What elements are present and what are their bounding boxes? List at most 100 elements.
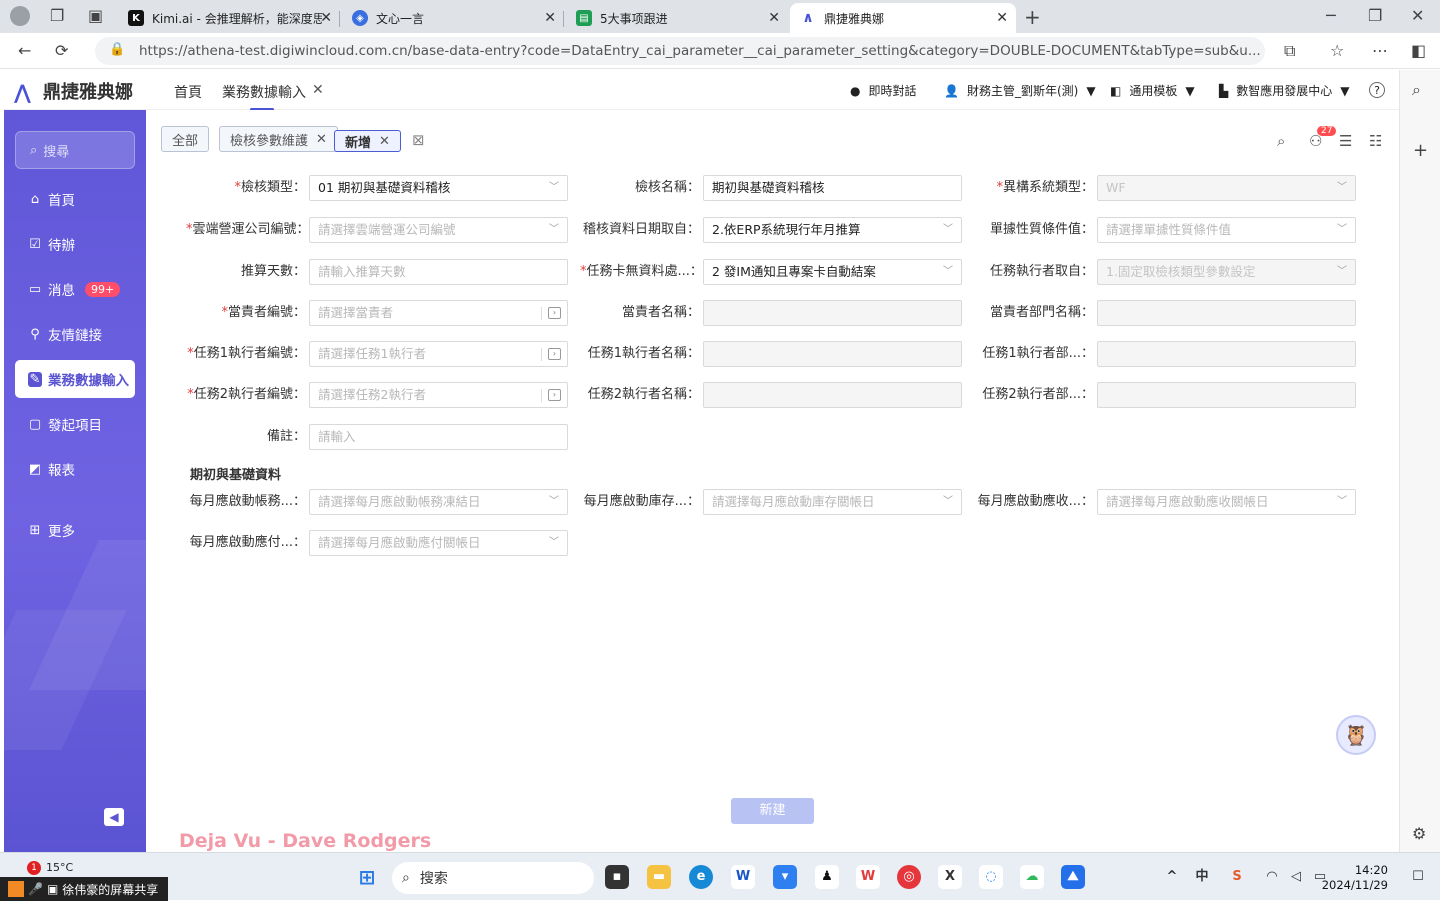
- url-bar[interactable]: 🔒 https://athena-test.digiwincloud.com.c…: [95, 37, 1265, 65]
- sidebar-toggle-icon[interactable]: ◧: [1411, 41, 1426, 60]
- chat-button[interactable]: ● 即時對話: [850, 82, 917, 99]
- notification-center-icon[interactable]: ☐: [1406, 865, 1430, 889]
- close-icon[interactable]: ✕: [316, 132, 327, 147]
- settings-icon[interactable]: ⚙: [1412, 824, 1426, 843]
- check-type-label: *檢核類型：: [234, 180, 306, 195]
- sidebar-item-links[interactable]: ⚲ 友情鏈接: [15, 315, 135, 353]
- sidebar-item-messages[interactable]: ▭ 消息 99+: [15, 270, 135, 308]
- section-f2-select[interactable]: 請選擇每月應啟動庫存關帳日 ﹀: [703, 489, 962, 515]
- favorites-icon[interactable]: ☆: [1330, 41, 1344, 60]
- wifi-icon[interactable]: ◠: [1260, 865, 1284, 889]
- owner-id-picker[interactable]: 請選擇當責者 ›: [309, 300, 568, 326]
- close-all-tabs-icon[interactable]: ⊠: [412, 131, 425, 149]
- meeting-icon[interactable]: ⛰: [1061, 865, 1085, 889]
- close-window-icon[interactable]: ✕: [1411, 6, 1424, 25]
- chat-app-icon[interactable]: ◌: [979, 865, 1003, 889]
- menu-icon[interactable]: ⋯: [1372, 41, 1388, 60]
- check-type-select[interactable]: 01 期初與基礎資料稽核 ﹀: [309, 175, 568, 201]
- collapse-sidebar-icon[interactable]: ◀: [104, 808, 124, 826]
- nav-data-entry[interactable]: 業務數據輸入: [222, 82, 306, 111]
- extensions-icon[interactable]: ⧉: [1284, 41, 1295, 61]
- close-tab-icon[interactable]: ✕: [996, 10, 1008, 26]
- sidebar-item-project[interactable]: ▢ 發起項目: [15, 405, 135, 443]
- antivirus-icon[interactable]: S: [1225, 865, 1249, 889]
- section-f3-select[interactable]: 請選擇每月應啟動應收關帳日 ﹀: [1097, 489, 1356, 515]
- new-tab-icon[interactable]: +: [1024, 5, 1041, 29]
- filter-tab-new[interactable]: 新增 ✕: [334, 130, 401, 152]
- help-icon[interactable]: ?: [1369, 82, 1385, 98]
- close-icon[interactable]: ✕: [379, 134, 390, 149]
- weather-widget[interactable]: 1 15°C: [27, 861, 73, 875]
- task2-id-picker[interactable]: 請選擇任務2執行者 ›: [309, 382, 568, 408]
- section-f1-select[interactable]: 請選擇每月應啟動帳務凍結日 ﹀: [309, 489, 568, 515]
- list-icon[interactable]: ☰: [1339, 132, 1352, 150]
- start-icon[interactable]: ⊞: [355, 865, 379, 889]
- wps-icon[interactable]: W: [856, 865, 880, 889]
- nav-home[interactable]: 首頁: [174, 82, 202, 102]
- close-tab-icon[interactable]: ✕: [544, 10, 556, 26]
- minimize-icon[interactable]: ─: [1326, 6, 1336, 25]
- sidebar-item-home[interactable]: ⌂ 首頁: [15, 180, 135, 218]
- picker-icon[interactable]: ›: [548, 348, 561, 360]
- tab-actions-icon[interactable]: ▣: [88, 6, 103, 25]
- remark-input[interactable]: 請輸入: [309, 424, 568, 450]
- check-name-input[interactable]: 期初與基礎資料稽核: [703, 175, 962, 201]
- wechat-icon[interactable]: ☁: [1020, 865, 1044, 889]
- close-tab-icon[interactable]: ✕: [768, 10, 780, 26]
- card-select[interactable]: 2 發IM通知且專案卡自動結案 ﹀: [703, 259, 962, 285]
- taskbar-search[interactable]: ⌕ 搜索: [392, 862, 594, 894]
- browser-right-rail: ⌕ + ⚙: [1399, 70, 1440, 852]
- sidebar-item-data-entry[interactable]: ✎ 業務數據輸入: [15, 360, 135, 398]
- browser-tab-athena[interactable]: ∧ 鼎捷雅典娜 ✕: [790, 3, 1016, 33]
- screen-share-indicator[interactable]: 🎤 ▣ 徐伟豪的屏幕共享: [0, 877, 168, 901]
- picker-icon[interactable]: ›: [548, 307, 561, 319]
- template-menu[interactable]: ◧ 通用模板 ▼: [1110, 82, 1195, 99]
- close-nav-tab-icon[interactable]: ✕: [312, 82, 324, 98]
- app-icon[interactable]: X: [938, 865, 962, 889]
- task1-id-picker[interactable]: 請選擇任務1執行者 ›: [309, 341, 568, 367]
- assistant-bot-icon[interactable]: 🦉: [1336, 715, 1376, 755]
- close-tab-icon[interactable]: ✕: [320, 10, 332, 26]
- sidebar-item-todo[interactable]: ☑ 待辦: [15, 225, 135, 263]
- tray-chevron-icon[interactable]: ^: [1160, 865, 1184, 889]
- filter-tab-all[interactable]: 全部: [161, 126, 210, 152]
- qq-icon[interactable]: ♟: [815, 865, 839, 889]
- browser-tab-wenxin[interactable]: ◈ 文心一言 ✕: [342, 3, 564, 33]
- edge-icon[interactable]: e: [689, 865, 713, 889]
- doc-cond-select[interactable]: 請選擇單據性質條件值 ﹀: [1097, 217, 1356, 243]
- volume-icon[interactable]: ◁: [1284, 865, 1308, 889]
- netease-music-icon[interactable]: ◎: [897, 865, 921, 889]
- report-icon: ◩: [28, 461, 42, 477]
- sidebar-item-more[interactable]: ⊞ 更多: [15, 511, 135, 549]
- file-explorer-icon[interactable]: ▬: [647, 865, 671, 889]
- notification-icon[interactable]: ⚇ 27: [1309, 126, 1337, 150]
- create-button[interactable]: 新建: [731, 798, 814, 824]
- refresh-icon[interactable]: ⟳: [55, 41, 68, 60]
- app-icon[interactable]: ▾: [773, 865, 797, 889]
- company-select[interactable]: 請選擇雲端營運公司編號 ﹀: [309, 217, 568, 243]
- restore-icon[interactable]: ❐: [1368, 6, 1382, 25]
- browser-tab-kimi[interactable]: K Kimi.ai - 会推理解析，能深度思考 ✕: [118, 3, 340, 33]
- picker-icon[interactable]: ›: [548, 389, 561, 401]
- search-icon[interactable]: ⌕: [1412, 80, 1421, 100]
- add-icon[interactable]: +: [1413, 140, 1428, 161]
- browser-tab-sheet[interactable]: ▤ 5大事项跟进 ✕: [566, 3, 788, 33]
- date-source-select[interactable]: 2.依ERP系統現行年月推算 ﹀: [703, 217, 962, 243]
- sidebar-item-report[interactable]: ◩ 報表: [15, 450, 135, 488]
- back-icon[interactable]: ←: [18, 41, 31, 60]
- task-view-icon[interactable]: ▪: [605, 865, 629, 889]
- collections-icon[interactable]: ❐: [50, 6, 64, 25]
- days-input[interactable]: 請輸入推算天數: [309, 259, 568, 285]
- user-menu[interactable]: 👤 財務主管_劉斯年(測) ▼: [944, 82, 1096, 99]
- app-logo[interactable]: ⋀ 鼎捷雅典娜: [14, 78, 133, 104]
- search-icon[interactable]: ⌕: [1277, 132, 1285, 150]
- filter-tab-maintain[interactable]: 檢核參數維護 ✕: [219, 126, 338, 152]
- system-clock[interactable]: 14:20 2024/11/29: [1322, 863, 1388, 893]
- center-menu[interactable]: ▙ 數智應用發展中心 ▼: [1219, 82, 1349, 99]
- ime-icon[interactable]: 中: [1190, 865, 1214, 889]
- profile-icon[interactable]: [10, 6, 30, 26]
- edit-list-icon[interactable]: ☷: [1369, 132, 1382, 150]
- app-icon[interactable]: W: [731, 865, 755, 889]
- section-f4-select[interactable]: 請選擇每月應啟動應付關帳日 ﹀: [309, 530, 568, 556]
- sidebar-search[interactable]: ⌕ 搜尋: [15, 131, 135, 169]
